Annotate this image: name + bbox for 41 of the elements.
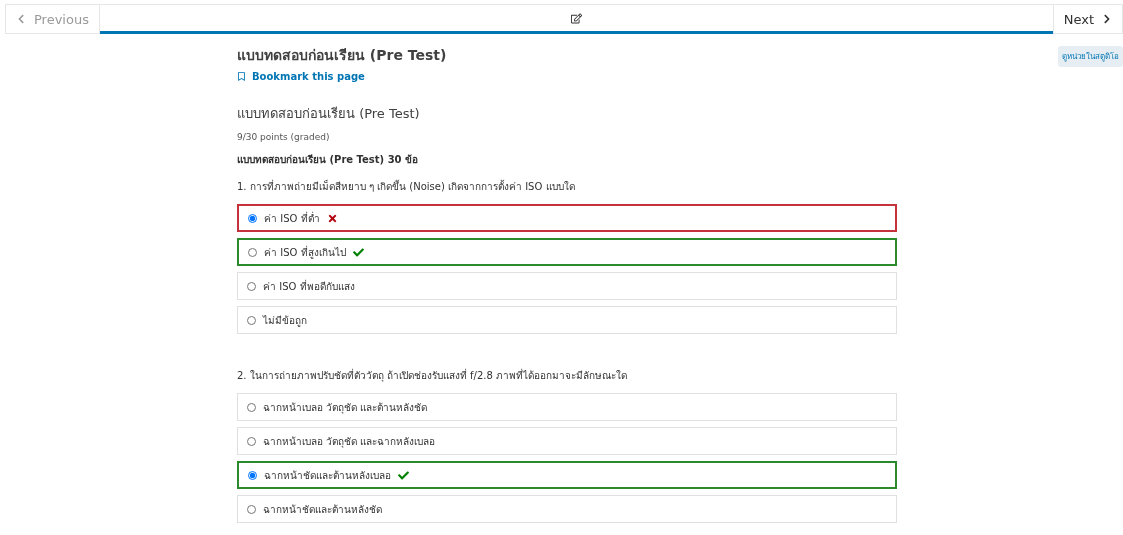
radio-button[interactable] xyxy=(247,402,256,412)
option-label: ฉากหน้าเบลอ วัตถุชัด และต้านหลังชัด xyxy=(263,400,428,415)
edit-icon xyxy=(570,12,582,24)
question-text: 2. ในการถ่ายภาพปรับชัดที่ตัววัตถุ ถ้าเปิดช่องรับแสงที่ f/2.8 ภาพที่ได้ออกมาจะมีลักษณะใด xyxy=(237,368,629,383)
check-icon xyxy=(398,469,409,481)
radio-button[interactable] xyxy=(248,470,257,480)
radio-button[interactable] xyxy=(247,281,256,291)
answer-option[interactable]: ฉากหน้าชัดและต้านหลังเบลอ xyxy=(237,461,897,489)
bookmark-link[interactable]: Bookmark this page xyxy=(237,71,365,82)
radio-button[interactable] xyxy=(248,247,257,257)
cross-icon xyxy=(326,212,338,224)
chevron-right-icon xyxy=(1102,14,1112,24)
radio-button[interactable] xyxy=(247,504,256,514)
answer-option[interactable]: ค่า ISO ที่ต่ำ xyxy=(237,204,897,232)
intro-text: แบบทดสอบก่อนเรียน (Pre Test) 30 ข้อ xyxy=(237,153,420,167)
chevron-left-icon xyxy=(16,14,26,24)
studio-link[interactable]: ดูหน่วยในสตูดิโอ xyxy=(1058,46,1123,67)
answer-option[interactable]: ฉากหน้าชัดและต้านหลังชัด xyxy=(237,495,897,523)
page-title: แบบทดสอบก่อนเรียน (Pre Test) xyxy=(237,46,448,65)
next-button[interactable]: Next xyxy=(1052,4,1123,34)
problem-title: แบบทดสอบก่อนเรียน (Pre Test) xyxy=(237,105,421,123)
option-label: ค่า ISO ที่สูงเกินไป xyxy=(264,244,346,260)
answer-option[interactable]: ฉากหน้าเบลอ วัตถุชัด และต้านหลังชัด xyxy=(237,393,897,421)
option-label: ฉากหน้าชัดและต้านหลังเบลอ xyxy=(264,468,391,483)
check-icon xyxy=(352,246,364,258)
answer-option[interactable]: ไม่มีข้อถูก xyxy=(237,306,897,334)
option-label: ฉากหน้าชัดและต้านหลังชัด xyxy=(263,502,382,517)
answer-option[interactable]: ค่า ISO ที่สูงเกินไป xyxy=(237,238,897,266)
option-label: ไม่มีข้อถูก xyxy=(263,313,307,328)
option-label: ฉากหน้าเบลอ วัตถุชัด และฉากหลังเบลอ xyxy=(263,434,436,449)
bookmark-icon xyxy=(237,72,246,81)
radio-button[interactable] xyxy=(248,213,257,223)
question-text: 1. การที่ภาพถ่ายมีเม็ดสีหยาบ ๆ เกิดขึ้น (Noise) เกิดจากการตั้งค่า ISO แบบใด xyxy=(237,179,576,194)
edit-tab[interactable] xyxy=(99,4,1053,34)
option-label: ค่า ISO ที่พอดีกับแสง xyxy=(263,278,355,294)
radio-button[interactable] xyxy=(247,436,256,446)
answer-option[interactable]: ค่า ISO ที่พอดีกับแสง xyxy=(237,272,897,300)
answer-option[interactable]: ฉากหน้าเบลอ วัตถุชัด และฉากหลังเบลอ xyxy=(237,427,897,455)
points-text: 9/30 points (graded) xyxy=(237,132,331,142)
option-label: ค่า ISO ที่ต่ำ xyxy=(264,210,320,226)
radio-button[interactable] xyxy=(247,315,256,325)
